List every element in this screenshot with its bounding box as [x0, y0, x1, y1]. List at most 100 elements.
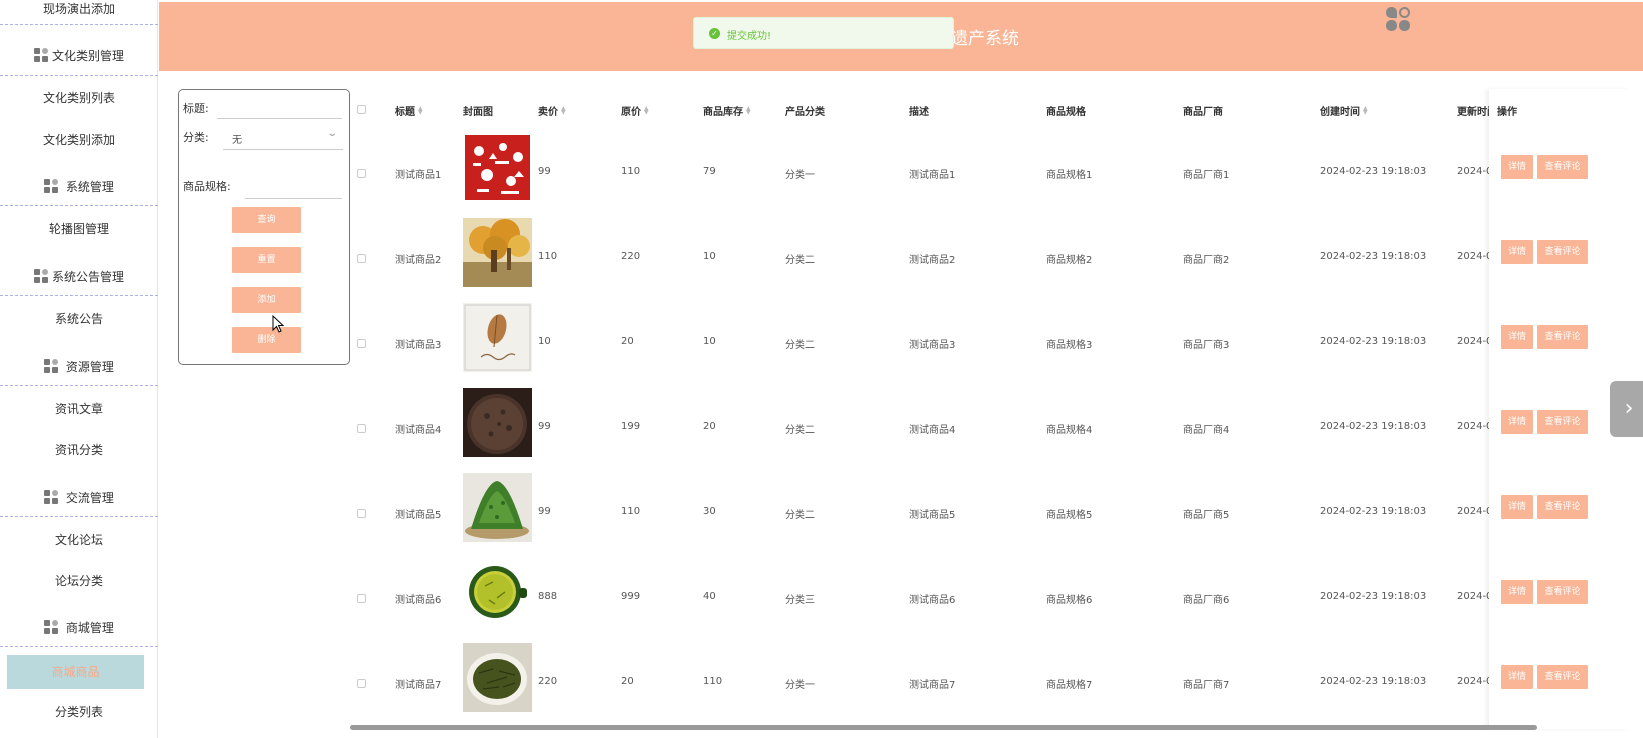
spec-label: 商品规格:	[183, 180, 231, 193]
grid-icon	[44, 359, 59, 373]
sidebar-item-label: 系统公告	[54, 312, 103, 326]
row-checkbox[interactable]	[357, 339, 366, 348]
cell-price: 99	[538, 506, 551, 517]
cell-desc: 测试商品2	[909, 255, 956, 266]
next-arrow-button[interactable]: ›	[1610, 381, 1643, 437]
grid-icon	[33, 269, 48, 283]
cell-spec: 商品规格6	[1046, 595, 1093, 606]
sidebar-group-announcement[interactable]: 系统公告管理	[0, 268, 158, 286]
row-checkbox[interactable]	[357, 509, 366, 518]
divider	[0, 75, 158, 76]
detail-button[interactable]: 详情	[1501, 155, 1533, 179]
detail-button[interactable]: 详情	[1501, 580, 1533, 604]
row-checkbox[interactable]	[357, 679, 366, 688]
view-comments-button[interactable]: 查看评论	[1537, 155, 1588, 179]
detail-button[interactable]: 详情	[1501, 325, 1533, 349]
cell-maker: 商品厂商4	[1183, 425, 1230, 436]
grid-icon	[44, 179, 59, 193]
sidebar-group-culture-category[interactable]: 文化类别管理	[0, 47, 158, 65]
cell-title: 测试商品3	[395, 340, 442, 351]
cell-price: 110	[538, 251, 558, 262]
column-header-spec: 商品规格	[1046, 107, 1086, 118]
row-checkbox[interactable]	[357, 254, 366, 263]
cell-category: 分类三	[785, 595, 815, 606]
sidebar-item-news[interactable]: 资讯文章	[0, 400, 158, 418]
sidebar-item-label: 文化类别列表	[42, 91, 115, 105]
horizontal-scrollbar[interactable]	[350, 725, 1537, 730]
cell-maker: 商品厂商6	[1183, 595, 1230, 606]
sidebar-group-resources[interactable]: 资源管理	[0, 358, 158, 376]
add-button[interactable]: 添加	[232, 287, 301, 313]
cell-spec: 商品规格7	[1046, 680, 1093, 691]
sidebar-item-label: 资讯分类	[54, 443, 103, 457]
view-comments-button[interactable]: 查看评论	[1537, 580, 1588, 604]
delete-button[interactable]: 删除	[232, 327, 301, 353]
row-checkbox[interactable]	[357, 424, 366, 433]
cell-category: 分类一	[785, 680, 815, 691]
sidebar-item-news-category[interactable]: 资讯分类	[0, 441, 158, 459]
sidebar-item-carousel[interactable]: 轮播图管理	[0, 220, 158, 238]
divider	[0, 205, 158, 206]
sidebar-item-label: 资讯文章	[54, 402, 103, 416]
sidebar-group-label: 资源管理	[65, 360, 114, 374]
column-header-stock[interactable]: 商品库存 ▲ ▼	[703, 103, 751, 119]
detail-button[interactable]: 详情	[1501, 410, 1533, 434]
cell-created: 2024-02-23 19:18:03	[1320, 676, 1427, 687]
sidebar-group-label: 系统公告管理	[51, 270, 124, 284]
detail-button[interactable]: 详情	[1501, 240, 1533, 264]
divider	[0, 646, 158, 647]
sidebar-item-announcement[interactable]: 系统公告	[0, 310, 158, 328]
cell-desc: 测试商品4	[909, 425, 956, 436]
sidebar-item-forum-category[interactable]: 论坛分类	[0, 572, 158, 590]
detail-button[interactable]: 详情	[1501, 665, 1533, 689]
query-button[interactable]: 查询	[232, 207, 301, 233]
sidebar-item-culture-category-add[interactable]: 文化类别添加	[0, 131, 158, 149]
view-comments-button[interactable]: 查看评论	[1537, 495, 1588, 519]
row-checkbox[interactable]	[357, 594, 366, 603]
view-comments-button[interactable]: 查看评论	[1537, 325, 1588, 349]
spec-input[interactable]	[245, 198, 342, 199]
cell-title: 测试商品1	[395, 170, 442, 181]
category-select[interactable]	[223, 149, 343, 150]
divider	[0, 295, 158, 296]
detail-button[interactable]: 详情	[1501, 495, 1533, 519]
cell-title: 测试商品7	[395, 680, 442, 691]
sidebar-item-live-show-add[interactable]: 现场演出添加	[0, 0, 158, 18]
sidebar-item-category-list[interactable]: 分类列表	[0, 703, 158, 721]
sidebar-item-culture-category-list[interactable]: 文化类别列表	[0, 89, 158, 107]
view-comments-button[interactable]: 查看评论	[1537, 240, 1588, 264]
column-header-created[interactable]: 创建时间 ▲ ▼	[1320, 103, 1368, 119]
app-logo-icon[interactable]	[1386, 7, 1410, 31]
title-input[interactable]	[217, 118, 342, 119]
check-circle-icon: ✓	[709, 28, 720, 39]
sidebar-group-mall[interactable]: 商城管理	[0, 619, 158, 637]
select-all-checkbox[interactable]	[357, 105, 366, 114]
cell-created: 2024-02-23 19:18:03	[1320, 336, 1427, 347]
column-header-title[interactable]: 标题 ▲ ▼	[395, 103, 423, 119]
sidebar-group-system[interactable]: 系统管理	[0, 178, 158, 196]
sort-icon: ▲ ▼	[418, 105, 423, 116]
reset-button[interactable]: 重置	[232, 247, 301, 273]
sidebar-group-forum[interactable]: 交流管理	[0, 489, 158, 507]
cell-stock: 10	[703, 251, 716, 262]
sidebar-item-culture-forum[interactable]: 文化论坛	[0, 531, 158, 549]
column-header-category: 产品分类	[785, 107, 825, 118]
column-header-price[interactable]: 卖价 ▲ ▼	[538, 103, 566, 119]
cell-created: 2024-02-23 19:18:03	[1320, 251, 1427, 262]
cell-title: 测试商品5	[395, 510, 442, 521]
sidebar-item-mall-products[interactable]: 商城商品	[7, 655, 144, 689]
mouse-cursor-icon	[272, 315, 284, 333]
grid-icon	[44, 620, 59, 634]
search-panel: 标题: 分类: 无 ⌄ 商品规格: 查询 重置 添加 删除	[178, 89, 350, 365]
sidebar-item-label: 文化类别添加	[42, 133, 115, 147]
row-checkbox[interactable]	[357, 169, 366, 178]
view-comments-button[interactable]: 查看评论	[1537, 410, 1588, 434]
cell-title: 测试商品4	[395, 425, 442, 436]
view-comments-button[interactable]: 查看评论	[1537, 665, 1588, 689]
category-select-value: 无	[232, 135, 242, 146]
product-cover-image	[463, 473, 532, 542]
grid-icon	[44, 490, 59, 504]
column-header-original-price[interactable]: 原价 ▲ ▼	[621, 103, 649, 119]
product-cover-image	[463, 388, 532, 457]
grid-icon	[33, 48, 48, 62]
